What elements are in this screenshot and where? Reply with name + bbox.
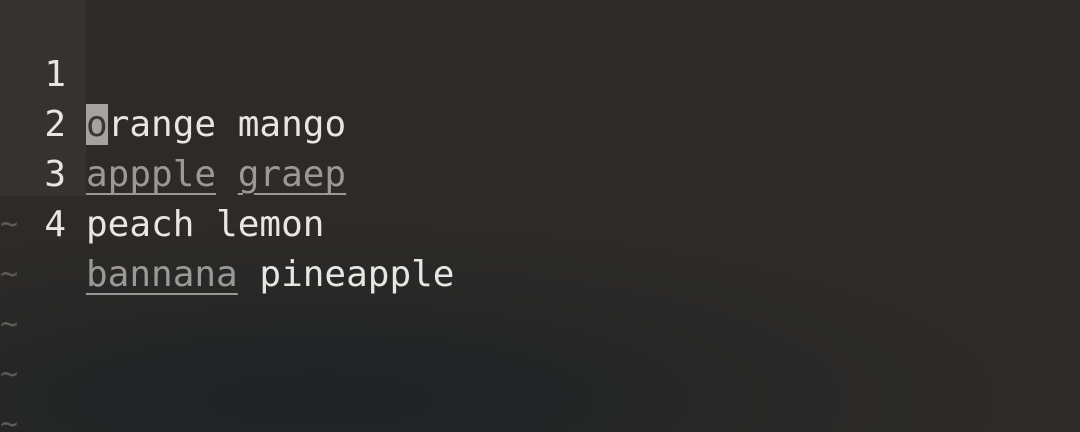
word: peach — [86, 204, 195, 245]
empty-line-marker: ~ — [0, 357, 19, 392]
editor-line[interactable]: 3 peach lemon — [0, 100, 324, 245]
editor-line[interactable]: 1 orange mango — [0, 0, 346, 145]
word: mango — [237, 104, 347, 145]
misspelled-word[interactable]: appple — [86, 154, 216, 195]
misspelled-word[interactable]: bannana — [86, 254, 238, 295]
word-space — [238, 254, 260, 295]
line-content[interactable]: bannana pineapple — [86, 250, 454, 300]
word-space — [216, 104, 238, 145]
word-space — [216, 154, 238, 195]
text-cursor: o — [86, 104, 108, 145]
editor-line[interactable]: 2 appple graep — [0, 50, 346, 195]
empty-line-marker: ~ — [0, 307, 19, 342]
text-editor[interactable]: 1 orange mango 2 appple graep 3 peach le… — [0, 0, 1080, 432]
empty-line-marker: ~ — [0, 257, 19, 292]
editor-line[interactable]: 4 bannana pineapple — [0, 150, 454, 295]
word: range — [107, 104, 217, 145]
line-content[interactable]: appple graep — [86, 150, 346, 200]
line-content[interactable]: peach lemon — [86, 200, 324, 250]
misspelled-word[interactable]: graep — [238, 154, 346, 195]
word: lemon — [216, 204, 325, 245]
line-content[interactable]: orange mango — [86, 100, 346, 150]
empty-line-marker: ~ — [0, 207, 19, 242]
word: pineapple — [259, 254, 455, 295]
empty-line-marker: ~ — [0, 407, 19, 432]
word-space — [194, 204, 216, 245]
